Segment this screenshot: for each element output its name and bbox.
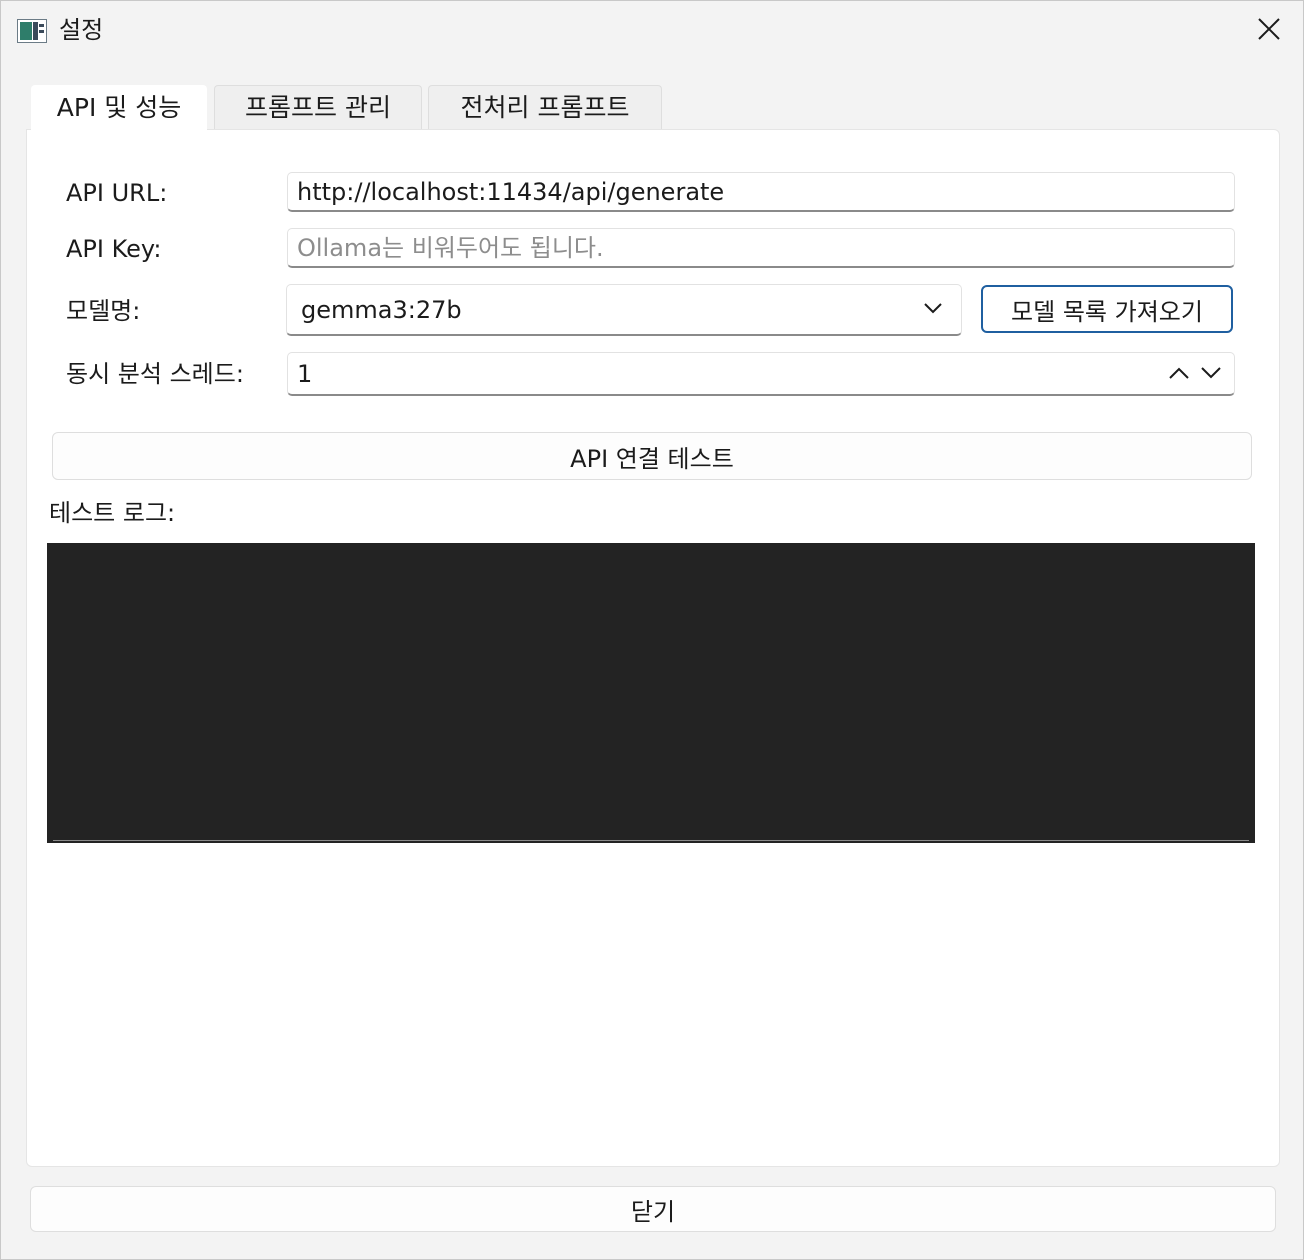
fetch-models-button[interactable]: 모델 목록 가져오기 xyxy=(981,285,1233,333)
api-key-field[interactable] xyxy=(287,228,1235,268)
api-url-label: API URL: xyxy=(66,179,168,207)
api-url-field[interactable] xyxy=(287,172,1235,212)
tab-panel-api: API URL: API Key: 모델명: gemma3:27b 모델 목록 … xyxy=(26,129,1280,1167)
api-url-input[interactable] xyxy=(297,177,1234,206)
settings-dialog: 설정 API 및 성능 프롬프트 관리 전처리 프롬프트 API URL: AP… xyxy=(0,0,1304,1260)
model-label: 모델명: xyxy=(66,297,141,325)
close-window-button[interactable] xyxy=(1241,9,1297,49)
tab-api-performance[interactable]: API 및 성능 xyxy=(31,85,207,131)
threads-input[interactable] xyxy=(297,359,1097,388)
close-icon xyxy=(1257,17,1281,41)
close-button[interactable]: 닫기 xyxy=(30,1186,1276,1232)
app-window-icon xyxy=(17,19,47,43)
api-connection-test-button[interactable]: API 연결 테스트 xyxy=(52,432,1252,480)
title-bar: 설정 xyxy=(1,1,1303,57)
window-title: 설정 xyxy=(59,16,104,44)
log-bottom-border xyxy=(53,840,1249,841)
tab-preprocess-prompt[interactable]: 전처리 프롬프트 xyxy=(428,85,662,129)
test-log-output[interactable] xyxy=(47,543,1255,843)
decrement-down-icon[interactable] xyxy=(1200,365,1222,381)
api-key-label: API Key: xyxy=(66,235,162,263)
model-select[interactable]: gemma3:27b xyxy=(286,284,962,336)
tab-prompt-management[interactable]: 프롬프트 관리 xyxy=(214,85,422,129)
api-key-input[interactable] xyxy=(297,233,1234,262)
increment-up-icon[interactable] xyxy=(1168,365,1190,381)
model-select-value: gemma3:27b xyxy=(301,295,462,324)
threads-spinbox[interactable] xyxy=(287,352,1235,396)
test-log-label: 테스트 로그: xyxy=(49,499,176,527)
chevron-down-icon xyxy=(923,301,943,315)
threads-label: 동시 분석 스레드: xyxy=(66,360,244,388)
